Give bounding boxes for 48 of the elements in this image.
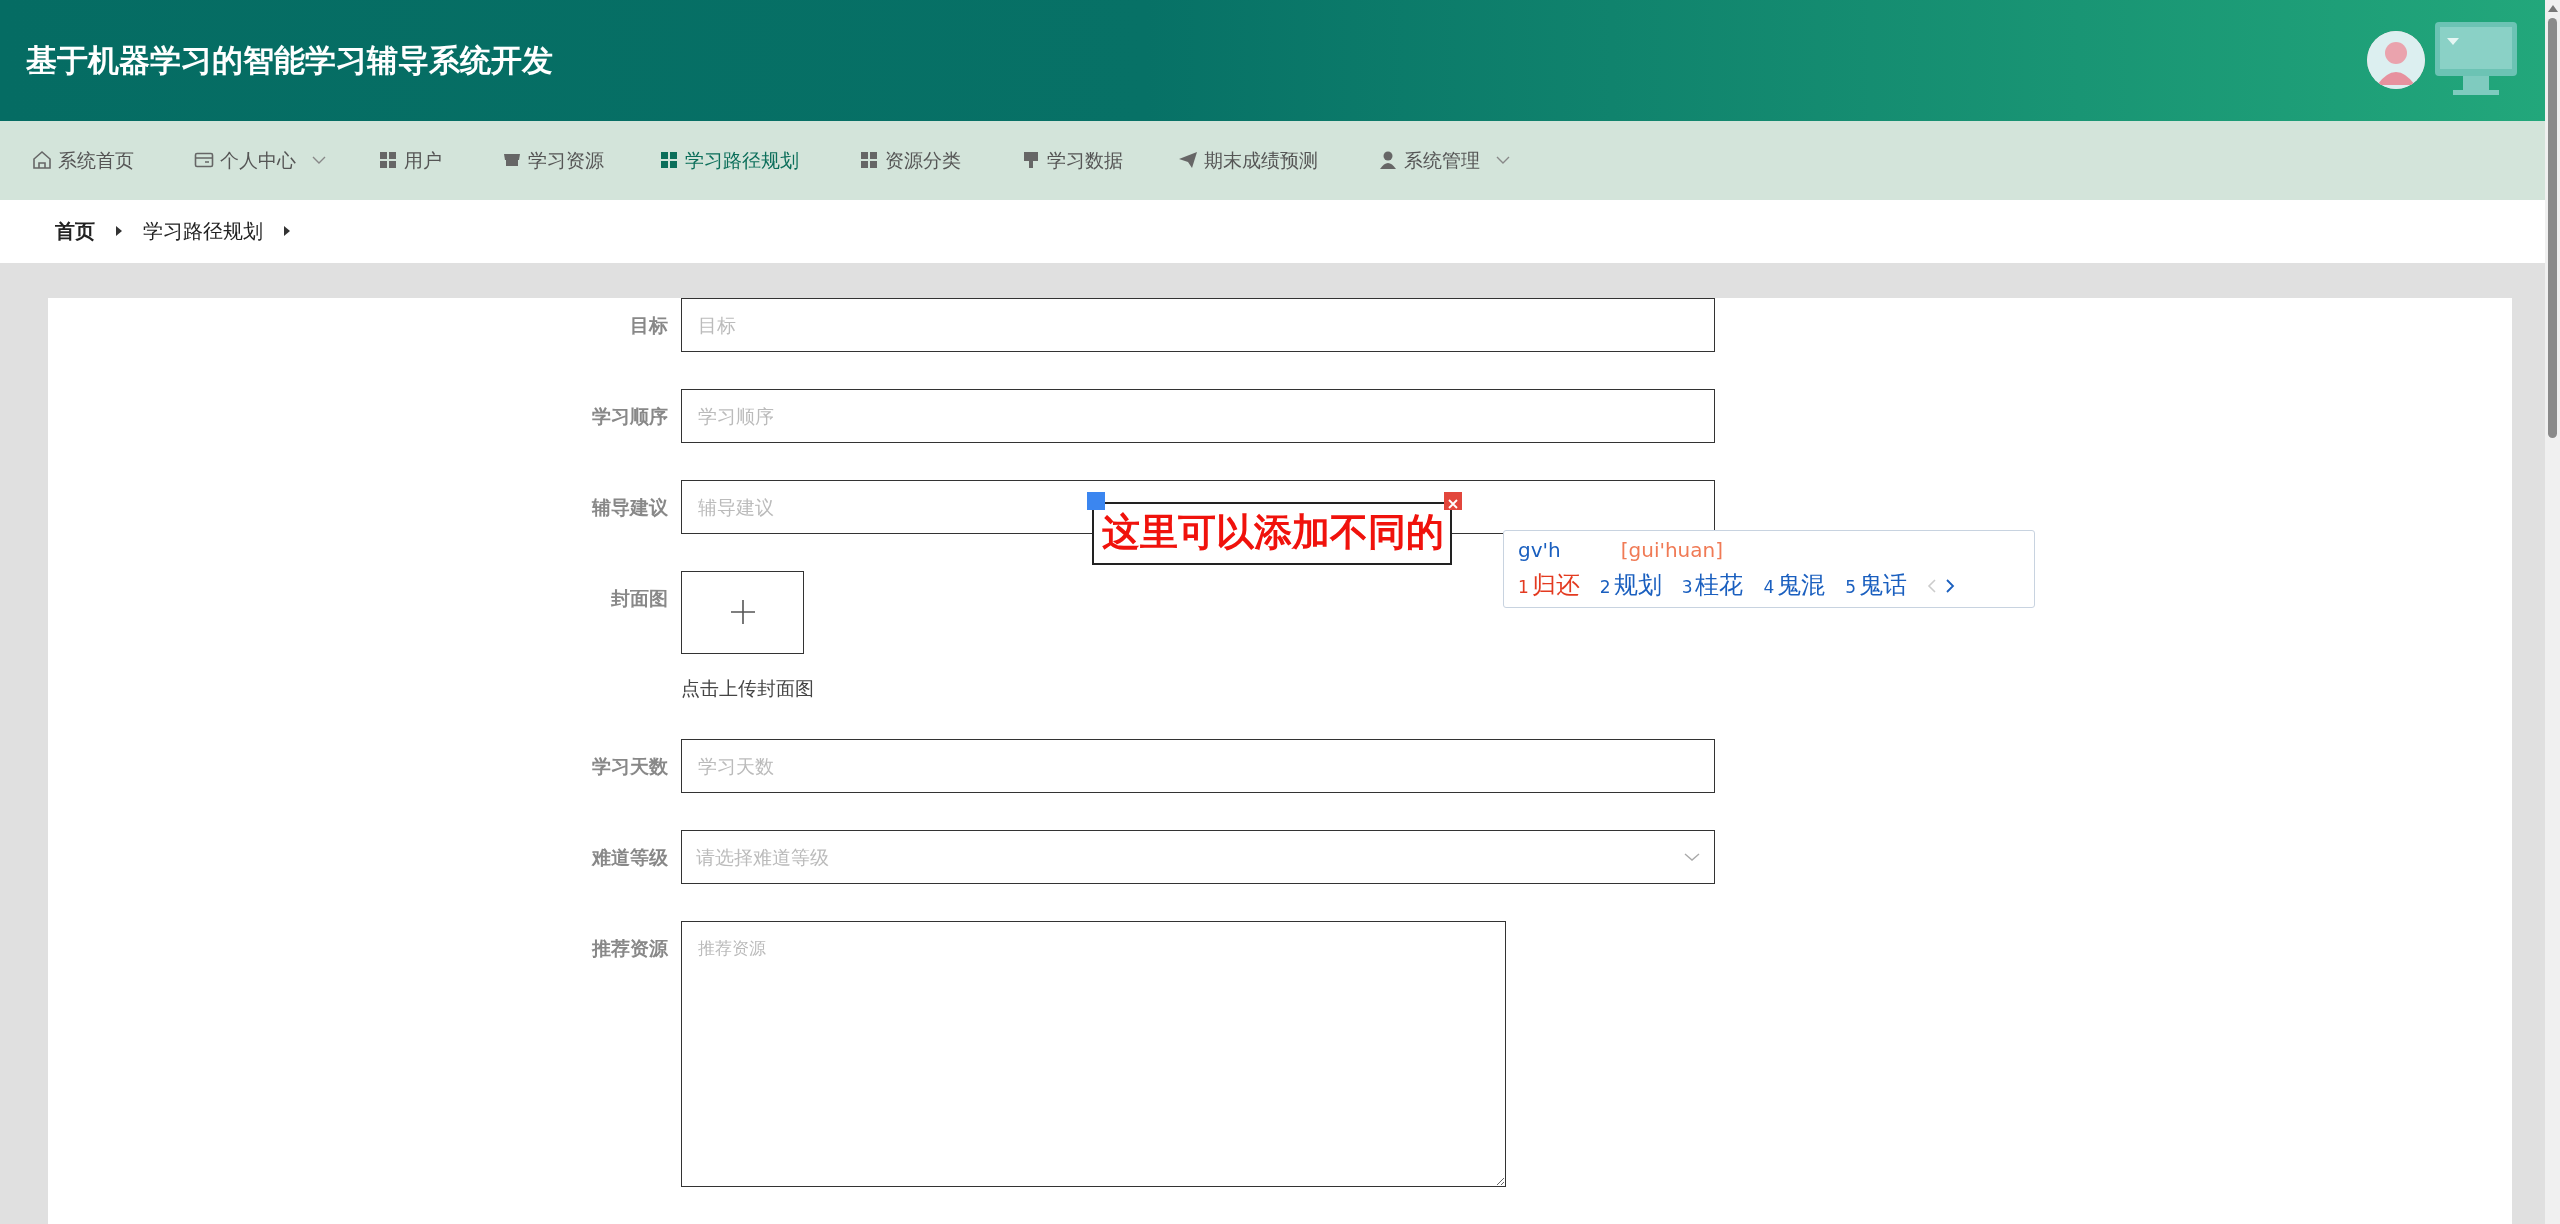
nav-item[interactable]: 学习数据: [1021, 146, 1123, 175]
nav-item[interactable]: 用户: [378, 146, 442, 175]
scrollbar-thumb[interactable]: [2548, 18, 2557, 438]
annotation-text[interactable]: 这里可以添加不同的: [1092, 501, 1452, 565]
ime-pinyin: [gui'huan]: [1620, 536, 1724, 564]
input-field[interactable]: 目标: [681, 297, 1715, 352]
nav-item[interactable]: 资源分类: [859, 146, 961, 175]
chevron-down-icon: [1684, 852, 1700, 862]
input-field[interactable]: 学习顺序: [681, 388, 1715, 443]
select-placeholder: 请选择难道等级: [696, 844, 829, 870]
input-field[interactable]: 学习天数: [681, 739, 1715, 793]
field-label: 难道等级: [590, 845, 668, 870]
scroll-up-icon[interactable]: [2547, 4, 2558, 12]
field-label: 学习天数: [591, 754, 668, 779]
field-label: 辅导建议: [590, 494, 668, 520]
ime-candidate[interactable]: 3 桂花: [1681, 566, 1744, 603]
user-icon: [1378, 150, 1398, 171]
field-label: 学习顺序: [591, 403, 668, 429]
nav-item[interactable]: 学习资源: [502, 146, 604, 175]
ime-candidate[interactable]: 1 归还: [1518, 566, 1580, 603]
field-label: 目标: [629, 312, 668, 338]
breadcrumb-link[interactable]: 学习路径规划: [143, 216, 263, 247]
field-label: 推荐资源: [590, 936, 668, 961]
home-icon: [32, 150, 52, 171]
ime-candidate[interactable]: 5 鬼话: [1845, 566, 1908, 603]
brush-icon: [1021, 150, 1041, 171]
grid-icon: [659, 150, 679, 171]
next-page-icon[interactable]: [1945, 578, 1956, 593]
nav-item[interactable]: 期末成绩预测: [1178, 146, 1318, 175]
app-title: 基于机器学习的智能学习辅导系统开发: [26, 41, 553, 79]
ime-composition-text: gv'h: [1518, 536, 1561, 564]
upload-button[interactable]: [681, 570, 804, 654]
nav-item[interactable]: 学习路径规划: [659, 146, 799, 175]
nav-item[interactable]: 系统首页: [32, 146, 134, 175]
upload-hint: 点击上传封面图: [681, 675, 814, 701]
nav-item[interactable]: 系统管理: [1378, 146, 1510, 175]
ime-candidate[interactable]: 4 鬼混: [1763, 566, 1826, 603]
grid-icon: [859, 150, 879, 171]
ime-candidate[interactable]: 2 规划: [1599, 566, 1662, 603]
chevron-right-icon: [115, 225, 123, 238]
nav-item[interactable]: 个人中心: [194, 146, 326, 175]
field-label: 封面图: [610, 585, 668, 611]
plus-icon: [729, 599, 756, 625]
chevron-right-icon: [283, 225, 291, 238]
text-area[interactable]: 推荐资源: [681, 921, 1506, 1187]
breadcrumb-link[interactable]: 首页: [55, 216, 95, 247]
grid-icon: [378, 150, 398, 171]
avatar[interactable]: [2367, 31, 2425, 90]
